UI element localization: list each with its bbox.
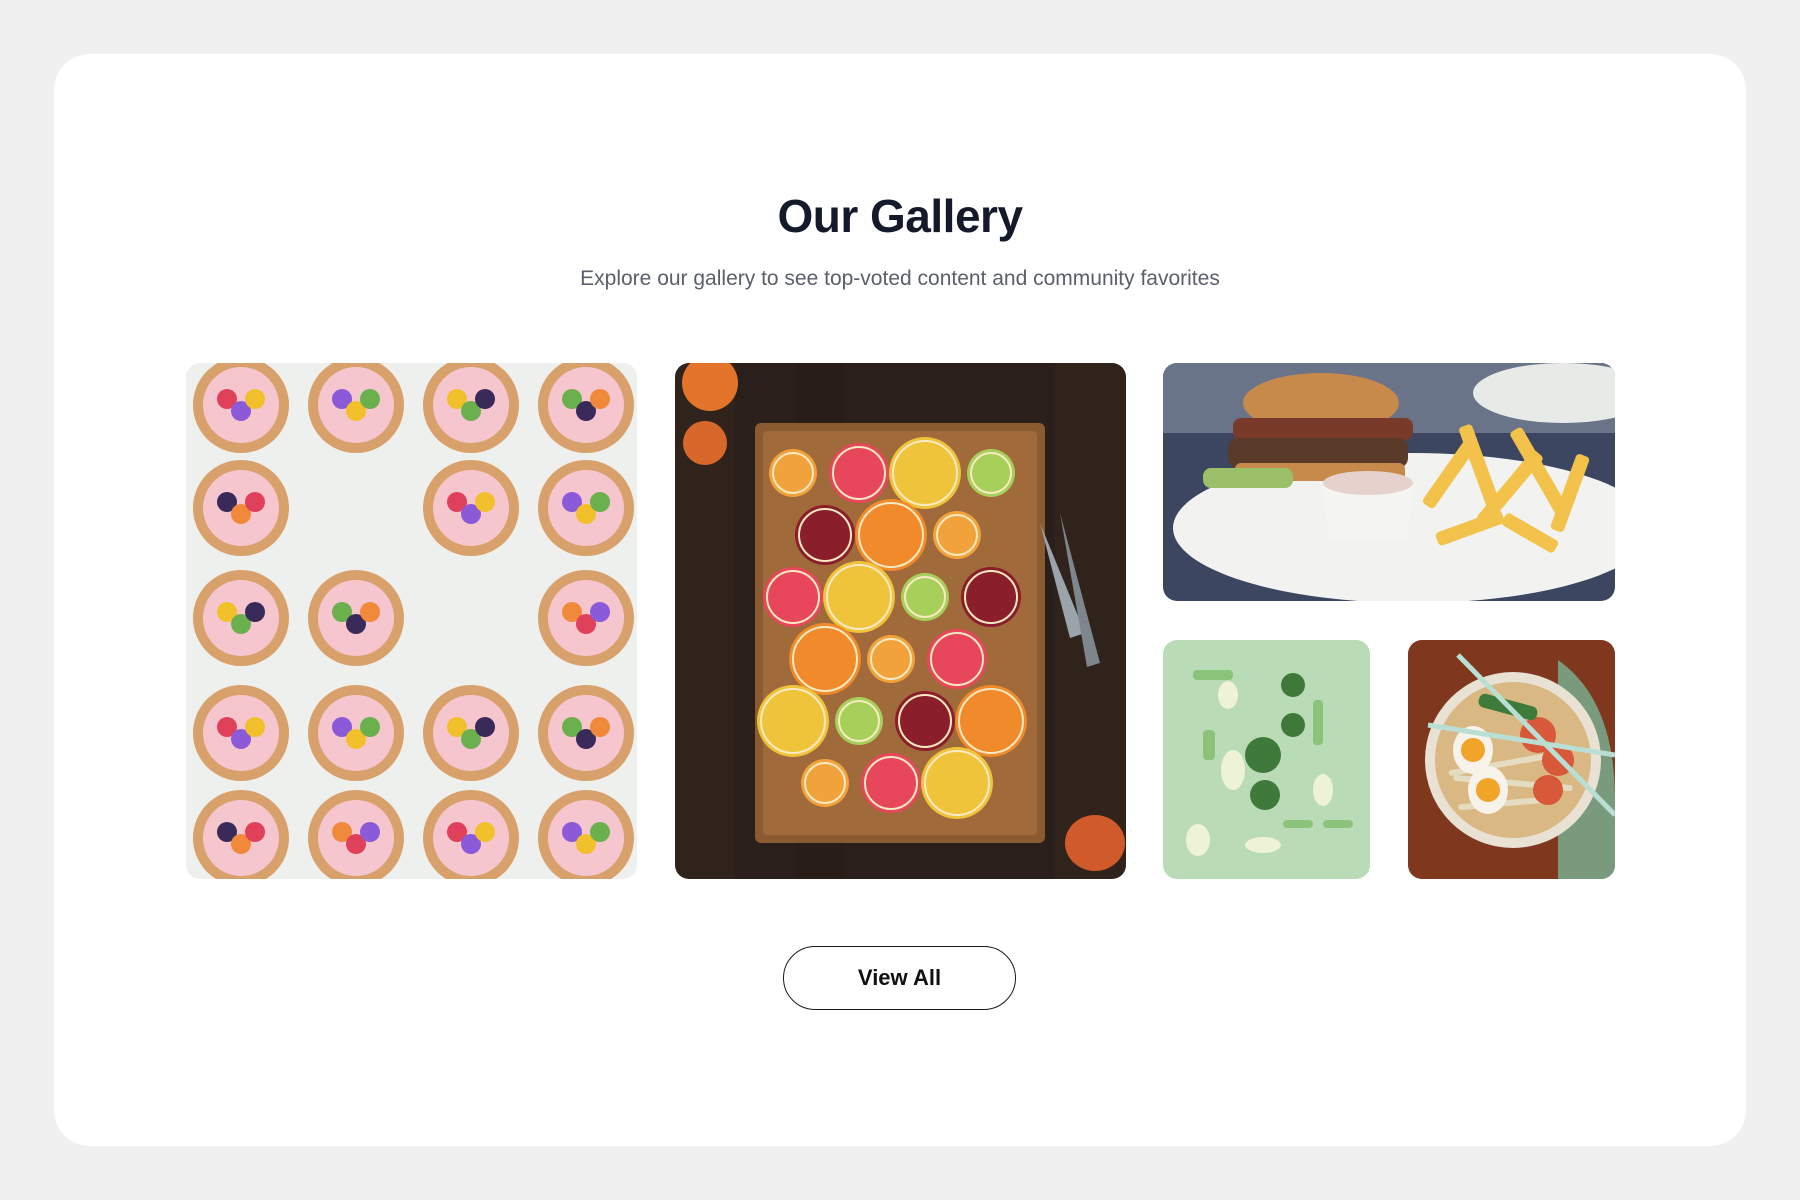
gallery-image-burger[interactable]: [1163, 363, 1615, 601]
citrus-photo: [675, 363, 1126, 879]
vegetables-photo: [1163, 640, 1370, 879]
burger-photo: [1163, 363, 1615, 601]
gallery-image-cupcakes[interactable]: [186, 363, 637, 879]
gallery-title: Our Gallery: [777, 190, 1023, 242]
gallery-image-citrus[interactable]: [675, 363, 1126, 879]
ramen-photo: [1408, 640, 1615, 879]
view-all-button[interactable]: View All: [783, 946, 1016, 1010]
gallery-subtitle: Explore our gallery to see top-voted con…: [580, 267, 1220, 290]
gallery-image-ramen[interactable]: [1408, 640, 1615, 879]
gallery-image-vegetables[interactable]: [1163, 640, 1370, 879]
cupcakes-photo: [186, 363, 637, 879]
